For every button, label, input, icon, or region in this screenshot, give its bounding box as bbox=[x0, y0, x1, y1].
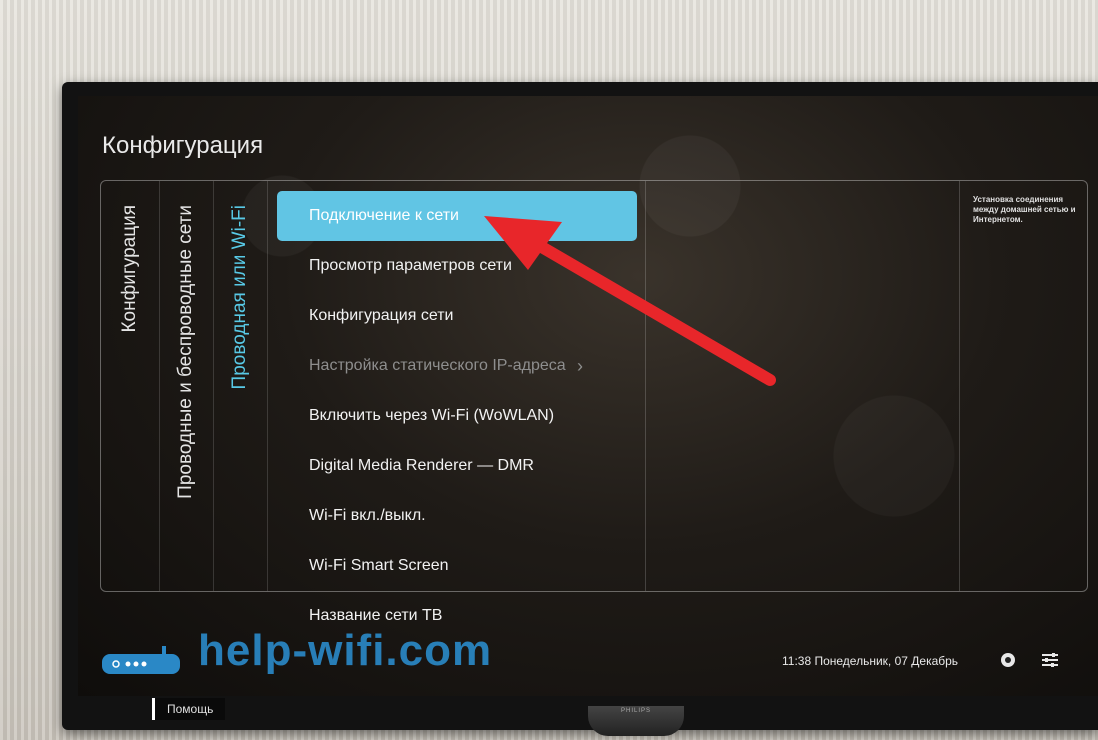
router-icon bbox=[102, 646, 180, 674]
breadcrumb-label: Проводные и беспроводные сети bbox=[175, 205, 196, 499]
menu-item-dmr[interactable]: Digital Media Renderer — DMR bbox=[277, 441, 637, 491]
breadcrumb-level-3[interactable]: Проводная или Wi-Fi bbox=[213, 181, 268, 591]
breadcrumb-level-1[interactable]: Конфигурация bbox=[101, 181, 160, 591]
help-button[interactable]: Помощь bbox=[152, 698, 226, 720]
page-title: Конфигурация bbox=[102, 132, 264, 159]
breadcrumb-label: Конфигурация bbox=[119, 205, 140, 333]
watermark: help-wifi.com bbox=[102, 626, 582, 682]
breadcrumb-level-2[interactable]: Проводные и беспроводные сети bbox=[159, 181, 214, 591]
menu-item-wifi-toggle[interactable]: Wi-Fi вкл./выкл. bbox=[277, 491, 637, 541]
brand-logo: PHILIPS bbox=[620, 708, 651, 714]
red-arrow-annotation bbox=[484, 216, 776, 386]
column-divider bbox=[959, 181, 960, 591]
datetime-text: 11:38 Понедельник, 07 Декабрь bbox=[782, 654, 959, 668]
network-icon bbox=[1001, 653, 1015, 667]
help-description: Установка соединения между домашней сеть… bbox=[973, 195, 1076, 224]
watermark-text: help-wifi.com bbox=[198, 626, 493, 675]
settings-sliders-icon[interactable] bbox=[1040, 650, 1060, 670]
breadcrumb-label: Проводная или Wi-Fi bbox=[229, 205, 250, 390]
menu-item-wifi-smart-screen[interactable]: Wi-Fi Smart Screen bbox=[277, 541, 637, 591]
